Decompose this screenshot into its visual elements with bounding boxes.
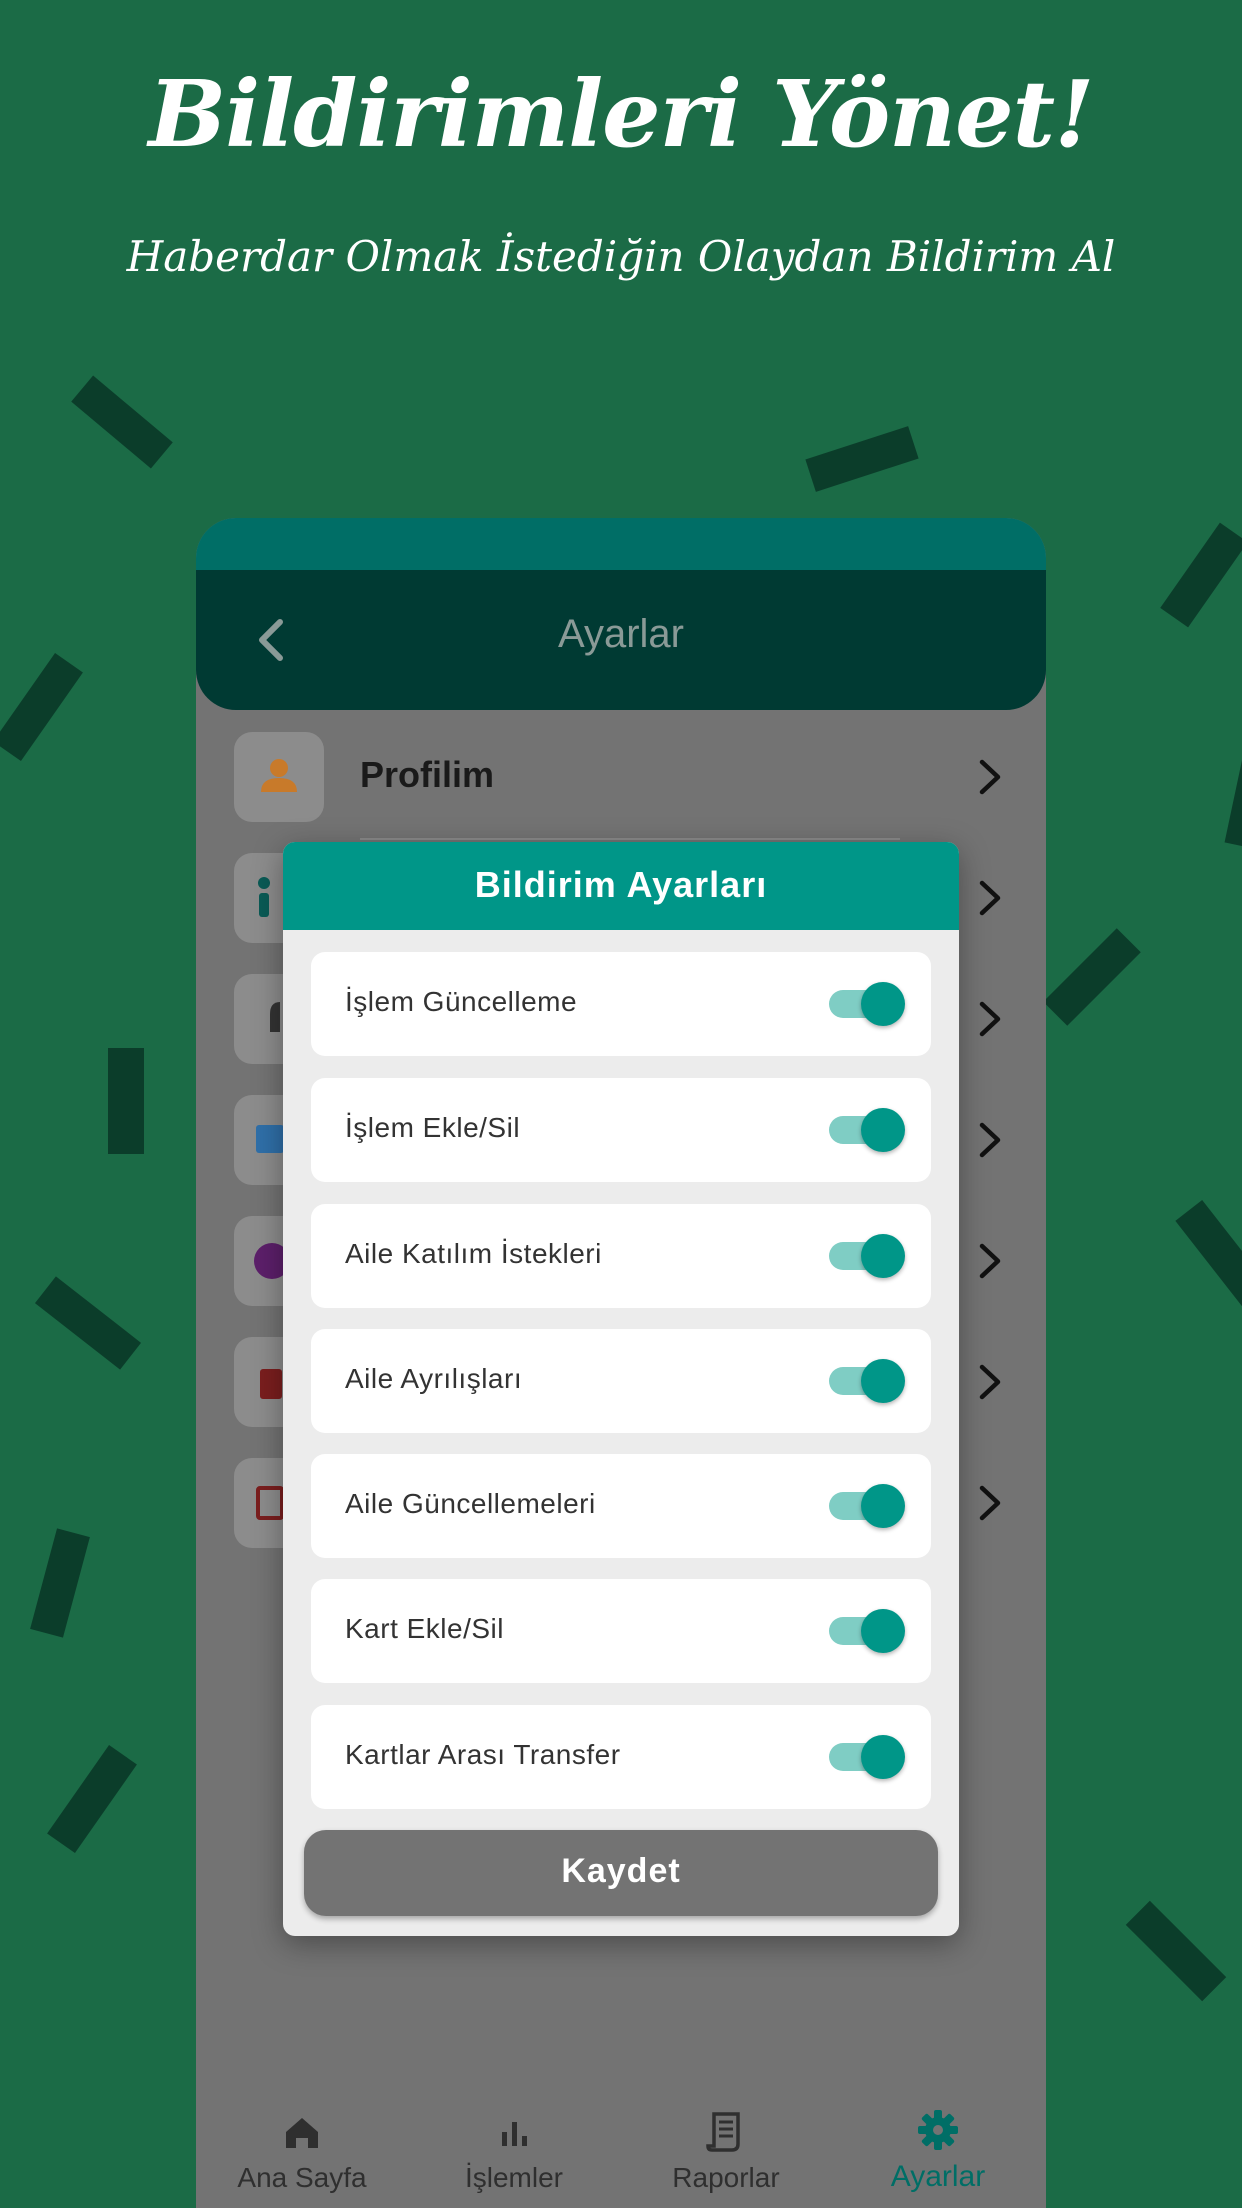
nav-label: İşlemler [464,2162,563,2193]
setting-row: İşlem Ekle/Sil [311,1078,931,1182]
confetti-shape [34,1276,142,1370]
toggle-thumb [861,1234,905,1278]
chevron-right-icon [979,880,1001,916]
confetti-shape [1160,522,1242,628]
dialog-header: Bildirim Ayarları [283,842,959,930]
menu-item-profile[interactable]: Profilim [234,732,1014,822]
setting-label: Aile Katılım İstekleri [345,1238,602,1269]
nav-item-transactions[interactable]: İşlemler [414,2108,614,2194]
setting-row: Aile Katılım İstekleri [311,1204,931,1308]
confetti-shape [1043,928,1141,1026]
chevron-right-icon [979,1485,1001,1521]
confetti-shape [71,375,173,469]
hero-subtitle: Haberdar Olmak İstediğin Olaydan Bildiri… [126,232,1116,281]
toggle-thumb [861,1359,905,1403]
toggle-switch[interactable] [829,1357,909,1405]
setting-label: İşlem Ekle/Sil [345,1112,521,1143]
app-bar: Ayarlar [196,570,1046,710]
toggle-switch[interactable] [829,1106,909,1154]
nav-item-settings[interactable]: Ayarlar [838,2106,1038,2194]
person-icon [234,732,324,822]
chevron-right-icon [979,1243,1001,1279]
setting-label: Aile Ayrılışları [345,1363,523,1394]
toggle-thumb [861,982,905,1026]
toggle-switch[interactable] [829,980,909,1028]
page-title: Ayarlar [558,612,684,656]
confetti-shape [1175,1199,1242,1307]
hero-title: Bildirimleri Yönet! [148,60,1095,168]
setting-label: Aile Güncellemeleri [345,1488,596,1519]
save-button[interactable]: Kaydet [304,1830,938,1916]
nav-label: Raporlar [672,2162,780,2193]
setting-row: Aile Ayrılışları [311,1329,931,1433]
toggle-switch[interactable] [829,1733,909,1781]
nav-item-home[interactable]: Ana Sayfa [202,2108,402,2194]
toggle-thumb [861,1735,905,1779]
gear-icon [918,2110,958,2150]
confetti-shape [108,1048,144,1154]
menu-item-label: Profilim [360,754,495,795]
receipt-icon [706,2112,740,2152]
toggle-thumb [861,1484,905,1528]
setting-row: Kartlar Arası Transfer [311,1705,931,1809]
nav-label: Ana Sayfa [237,2162,367,2193]
setting-label: Kart Ekle/Sil [345,1613,504,1644]
confetti-shape [1125,1900,1227,2002]
chevron-right-icon [979,1364,1001,1400]
home-icon [286,2118,318,2148]
toggle-thumb [861,1108,905,1152]
dialog-title: Bildirim Ayarları [474,864,768,905]
chevron-right-icon [979,759,1001,795]
confetti-shape [30,1528,90,1638]
toggle-switch[interactable] [829,1482,909,1530]
chevron-right-icon [979,1122,1001,1158]
setting-row: İşlem Güncelleme [311,952,931,1056]
save-button-label: Kaydet [561,1852,681,1890]
bar-chart-icon [502,2122,527,2146]
chevron-right-icon [979,1001,1001,1037]
confetti-shape [805,426,919,492]
notification-settings-dialog: Bildirim Ayarları İşlem Güncelleme İşlem… [283,842,959,1936]
setting-row: Kart Ekle/Sil [311,1579,931,1683]
nav-item-reports[interactable]: Raporlar [626,2108,826,2194]
setting-row: Aile Güncellemeleri [311,1454,931,1558]
setting-label: İşlem Güncelleme [345,986,578,1017]
confetti-shape [0,653,83,761]
confetti-shape [1224,740,1242,850]
toggle-switch[interactable] [829,1232,909,1280]
confetti-shape [47,1745,137,1853]
nav-label: Ayarlar [890,2160,986,2193]
toggle-thumb [861,1609,905,1653]
bottom-navigation: Ana Sayfa İşlemler Raporlar Ayarlar [196,2088,1046,2208]
setting-label: Kartlar Arası Transfer [345,1739,621,1770]
divider [360,838,900,840]
toggle-switch[interactable] [829,1607,909,1655]
